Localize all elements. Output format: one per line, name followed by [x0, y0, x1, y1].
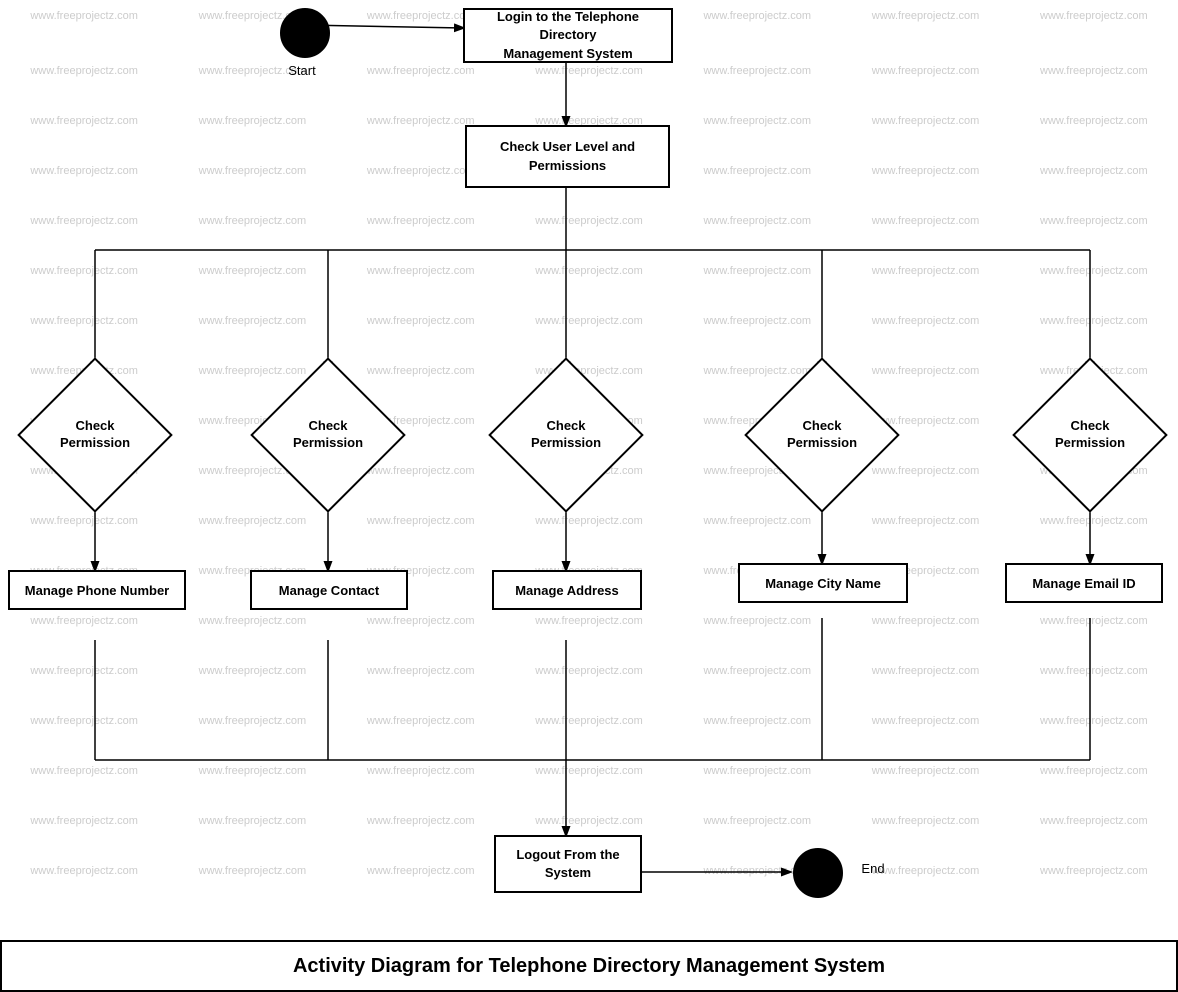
logout-text: Logout From the System [516, 846, 619, 882]
diamond-1-text: Check Permission [60, 418, 130, 452]
diamond-4: Check Permission [742, 370, 902, 500]
manage-contact-box: Manage Contact [250, 570, 408, 610]
footer-title: Activity Diagram for Telephone Directory… [293, 955, 885, 978]
diamond-5: Check Permission [1010, 370, 1170, 500]
diamond-2: Check Permission [248, 370, 408, 500]
manage-city-text: Manage City Name [765, 576, 881, 591]
login-box: Login to the Telephone Directory Managem… [463, 8, 673, 63]
diamond-3: Check Permission [486, 370, 646, 500]
diamond-4-text: Check Permission [787, 418, 857, 452]
end-node [793, 848, 843, 898]
manage-address-box: Manage Address [492, 570, 642, 610]
logout-box: Logout From the System [494, 835, 642, 893]
manage-email-text: Manage Email ID [1032, 576, 1135, 591]
start-label: Start [262, 60, 342, 80]
manage-city-box: Manage City Name [738, 563, 908, 603]
check-permissions-text: Check User Level and Permissions [500, 138, 635, 174]
end-label: End [848, 858, 898, 878]
start-node [280, 8, 330, 58]
footer: Activity Diagram for Telephone Directory… [0, 940, 1178, 992]
manage-email-box: Manage Email ID [1005, 563, 1163, 603]
check-permissions-box: Check User Level and Permissions [465, 125, 670, 188]
manage-address-text: Manage Address [515, 583, 619, 598]
login-text: Login to the Telephone Directory Managem… [471, 8, 665, 63]
manage-phone-text: Manage Phone Number [25, 583, 169, 598]
start-label-text: Start [288, 63, 315, 78]
manage-phone-box: Manage Phone Number [8, 570, 186, 610]
diamond-3-text: Check Permission [531, 418, 601, 452]
diamond-2-text: Check Permission [293, 418, 363, 452]
manage-contact-text: Manage Contact [279, 583, 379, 598]
end-label-text: End [861, 861, 884, 876]
diamond-1: Check Permission [15, 370, 175, 500]
diamond-5-text: Check Permission [1055, 418, 1125, 452]
